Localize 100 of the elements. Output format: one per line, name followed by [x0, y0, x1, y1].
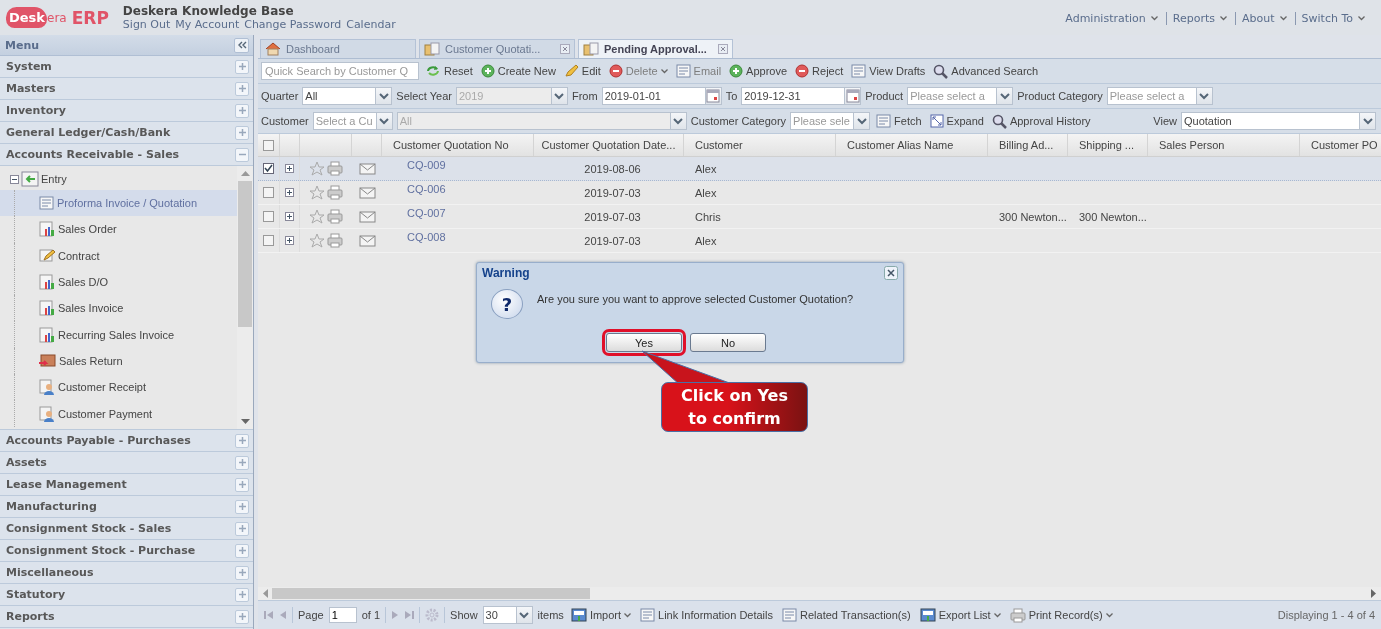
tree-item[interactable]: Sales Invoice	[0, 295, 237, 322]
toolbar-button[interactable]: Related Transaction(s)	[780, 608, 913, 622]
toolbar-button[interactable]: Import	[568, 608, 634, 622]
combo-box[interactable]: Please select a	[1106, 87, 1196, 105]
dropdown-button[interactable]	[1359, 112, 1376, 130]
menu-section[interactable]: Lease Management	[6, 478, 127, 491]
tree-item[interactable]: Customer Payment	[0, 400, 237, 427]
toolbar-button[interactable]: Advanced Search	[931, 63, 1041, 79]
menu-section[interactable]: Inventory	[6, 104, 66, 117]
expand-button[interactable]	[235, 587, 249, 602]
menu-section[interactable]: Accounts Receivable - Sales	[6, 148, 180, 161]
menu-section[interactable]: Manufacturing	[6, 500, 97, 513]
expand-button[interactable]	[235, 565, 249, 580]
tree-item[interactable]: Sales Order	[0, 216, 237, 243]
toolbar-button[interactable]: Reject	[793, 64, 846, 78]
expand-button[interactable]	[235, 543, 249, 558]
date-picker-button[interactable]	[844, 87, 862, 105]
toolbar-button[interactable]: Approve	[727, 64, 790, 78]
toolbar-button[interactable]: View Drafts	[849, 64, 928, 78]
menu-section[interactable]: Consignment Stock - Sales	[6, 522, 172, 535]
checkbox[interactable]	[263, 163, 274, 174]
checkbox[interactable]	[263, 139, 274, 151]
menu-link[interactable]: Switch To	[1301, 12, 1353, 25]
column-header[interactable]: Shipping ...	[1068, 134, 1148, 156]
menu-section[interactable]: Statutory	[6, 588, 66, 601]
dropdown-button[interactable]	[853, 112, 871, 130]
dropdown-button[interactable]	[375, 87, 393, 105]
menu-section[interactable]: Accounts Payable - Purchases	[6, 434, 191, 447]
header-link[interactable]: Calendar	[346, 18, 396, 31]
arrow-left-icon	[262, 589, 268, 598]
checkbox[interactable]	[263, 211, 274, 222]
menu-section[interactable]: General Ledger/Cash/Bank	[6, 126, 171, 139]
expand-button[interactable]	[235, 125, 249, 140]
dialog-button[interactable]: No	[690, 333, 766, 352]
toolbar-button[interactable]: Edit	[561, 64, 603, 78]
expand-button[interactable]	[235, 521, 249, 536]
toolbar-button[interactable]: Reset	[423, 64, 475, 78]
expand-button[interactable]	[235, 455, 249, 470]
menu-link[interactable]: About	[1242, 12, 1275, 25]
tree-item[interactable]: Entry	[41, 173, 67, 185]
tree-item[interactable]: Sales Return	[0, 347, 237, 375]
column-header[interactable]: Customer Alias Name	[836, 134, 988, 156]
tree-item[interactable]: Proforma Invoice / Quotation	[0, 190, 237, 217]
toolbar-button[interactable]: Expand	[927, 114, 986, 128]
column-header[interactable]: Customer PO	[1300, 134, 1381, 156]
combo-box[interactable]: Please sele	[790, 112, 854, 130]
combo-box[interactable]: Quotation	[1181, 112, 1359, 130]
printer-icon	[327, 185, 343, 200]
combo-box[interactable]: 30	[482, 606, 516, 624]
header-link[interactable]: Sign Out	[122, 18, 171, 31]
chart-icon	[39, 326, 55, 343]
expand-button[interactable]	[235, 103, 249, 118]
search-field[interactable]: Quick Search by Customer Q	[261, 62, 419, 80]
toolbar-button[interactable]: Print Record(s)	[1007, 607, 1115, 623]
menu-section[interactable]: Consignment Stock - Purchase	[6, 544, 196, 557]
menu-link[interactable]: Administration	[1065, 12, 1146, 25]
menu-link[interactable]: Reports	[1172, 12, 1215, 25]
column-header[interactable]: Customer	[684, 134, 836, 156]
combo-box[interactable]: Please select a	[907, 87, 997, 105]
collapse-button[interactable]	[235, 147, 249, 162]
header-link[interactable]: Change Password	[244, 18, 342, 31]
expand-button[interactable]	[235, 81, 249, 96]
pencil-icon	[39, 248, 55, 264]
checkbox[interactable]	[263, 187, 274, 198]
toolbar-button[interactable]: Fetch	[874, 114, 924, 128]
toolbar-button[interactable]: Create New	[478, 64, 558, 78]
tree-item[interactable]: Customer Receipt	[0, 374, 237, 401]
expand-button[interactable]	[235, 433, 249, 448]
scrollbar[interactable]	[258, 587, 1381, 600]
menu-section[interactable]: Masters	[6, 82, 56, 95]
combo-box[interactable]: Select a Cu	[312, 112, 376, 130]
menu-section[interactable]: Miscellaneous	[6, 566, 94, 579]
expand-button[interactable]	[235, 499, 249, 514]
date-field[interactable]: 2019-01-01	[601, 87, 705, 105]
column-header[interactable]: Customer Quotation No	[382, 134, 534, 156]
collapse-button[interactable]	[234, 37, 249, 53]
tree-item[interactable]: Sales D/O	[0, 268, 237, 296]
menu-section[interactable]: System	[6, 60, 52, 73]
toolbar-button[interactable]: Export List	[917, 608, 1003, 622]
close-button[interactable]	[884, 266, 898, 280]
toolbar-button[interactable]: Approval History	[989, 113, 1093, 129]
toolbar-button[interactable]: Link Information Details	[638, 608, 775, 622]
expand-button[interactable]	[235, 609, 249, 624]
tree-item[interactable]: Recurring Sales Invoice	[0, 321, 237, 348]
column-header[interactable]: Customer Quotation Date...	[534, 134, 684, 156]
combo-box[interactable]: All	[302, 87, 376, 105]
date-field[interactable]: 2019-12-31	[741, 87, 845, 105]
checkbox[interactable]	[263, 235, 274, 246]
column-header[interactable]: Sales Person	[1148, 134, 1300, 156]
expand-button[interactable]	[235, 477, 249, 492]
dropdown-button[interactable]	[996, 87, 1014, 105]
scrollbar[interactable]	[237, 166, 253, 429]
tab[interactable]: Pending Approval...	[578, 39, 733, 58]
page-field[interactable]: 1	[328, 607, 357, 623]
column-header[interactable]: Billing Ad...	[988, 134, 1068, 156]
tree-item[interactable]: Contract	[0, 242, 237, 269]
expand-button[interactable]	[235, 59, 249, 74]
header-link[interactable]: My Account	[175, 18, 240, 31]
menu-section[interactable]: Assets	[6, 456, 47, 469]
menu-section[interactable]: Reports	[6, 610, 55, 623]
